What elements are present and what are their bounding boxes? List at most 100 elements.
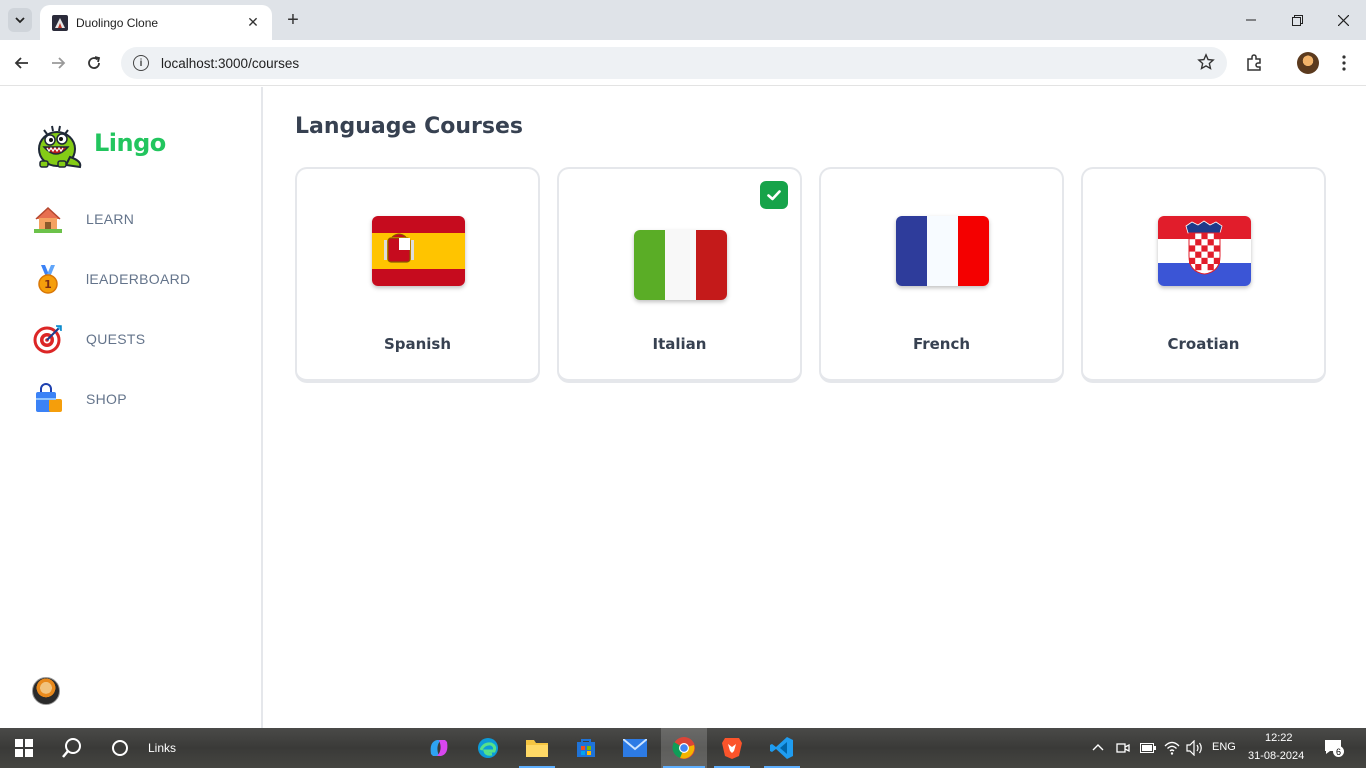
check-icon: [767, 189, 781, 200]
taskbar-search-label[interactable]: Links: [148, 741, 176, 755]
forward-button[interactable]: [46, 51, 70, 75]
start-button[interactable]: [4, 728, 44, 768]
browser-toolbar: i localhost:3000/courses: [0, 40, 1366, 86]
windows-icon: [15, 739, 33, 757]
close-icon: [1337, 14, 1349, 26]
favicon-icon: [52, 14, 68, 31]
page-title: Language Courses: [295, 114, 523, 139]
shopping-bag-icon: [30, 381, 66, 417]
chrome-icon: [672, 737, 695, 759]
sidebar-item-leaderboard[interactable]: 1 lEADERBOARD: [30, 257, 240, 301]
extensions-button[interactable]: [1242, 51, 1266, 75]
croatia-flag-icon: [1158, 216, 1251, 286]
meet-now-icon[interactable]: [1116, 741, 1130, 755]
taskbar-app-copilot[interactable]: [419, 728, 459, 768]
notification-count: 6: [1333, 746, 1344, 757]
puzzle-icon: [1247, 54, 1261, 71]
course-name: Spanish: [383, 335, 452, 353]
taskbar-app-chrome[interactable]: [661, 728, 707, 768]
sidebar-item-label: lEADERBOARD: [86, 271, 191, 287]
course-name: Croatian: [1167, 335, 1240, 353]
arrow-right-icon: [52, 57, 66, 69]
sidebar-item-label: SHOP: [86, 391, 127, 407]
cortana-button[interactable]: [100, 728, 140, 768]
profile-button[interactable]: [1296, 51, 1320, 75]
sidebar-item-label: LEARN: [86, 211, 135, 227]
chevron-up-icon[interactable]: [1092, 742, 1104, 752]
address-bar[interactable]: i localhost:3000/courses: [121, 47, 1227, 79]
close-tab-icon[interactable]: ✕: [244, 14, 262, 31]
course-card-spanish[interactable]: Spanish: [295, 167, 540, 383]
brand-logo[interactable]: Lingo: [30, 117, 166, 169]
house-icon: [30, 201, 66, 237]
course-name: French: [912, 335, 971, 353]
bookmark-star-icon[interactable]: [1197, 53, 1215, 71]
back-button[interactable]: [10, 51, 34, 75]
taskbar-app-file-explorer[interactable]: [517, 728, 557, 768]
mail-icon: [623, 739, 647, 757]
course-card-italian[interactable]: Italian: [557, 167, 802, 383]
tab-search-button[interactable]: [8, 8, 32, 32]
italy-flag-icon: [634, 230, 727, 300]
user-avatar[interactable]: [32, 677, 60, 705]
search-button[interactable]: [52, 728, 92, 768]
reload-icon: [88, 56, 101, 69]
os-taskbar: Links ENG 12:22 31-08-2024 6: [0, 728, 1366, 768]
sidebar: Lingo LEARN 1 lEADERBOARD QUESTS SHOP: [0, 87, 263, 728]
minimize-icon: [1246, 19, 1256, 21]
target-icon: [30, 321, 66, 357]
brand-name: Lingo: [94, 129, 166, 157]
sidebar-item-shop[interactable]: SHOP: [30, 377, 240, 421]
store-icon: [577, 739, 595, 757]
browser-tab[interactable]: Duolingo Clone ✕: [40, 5, 272, 40]
notification-center[interactable]: 6: [1324, 739, 1344, 757]
sidebar-item-learn[interactable]: LEARN: [30, 197, 240, 241]
course-name: Italian: [652, 335, 707, 353]
clock-time[interactable]: 12:22: [1265, 732, 1293, 744]
kebab-menu-icon: [1342, 55, 1346, 71]
brave-icon: [722, 738, 742, 759]
taskbar-app-store[interactable]: [566, 728, 606, 768]
input-language[interactable]: ENG: [1212, 741, 1236, 753]
spain-flag-icon: [372, 216, 465, 286]
mascot-icon: [38, 125, 82, 169]
folder-icon: [526, 740, 548, 757]
chevron-down-icon: [15, 17, 25, 24]
vscode-icon: [770, 737, 793, 759]
reload-button[interactable]: [82, 51, 106, 75]
tab-title: Duolingo Clone: [76, 15, 159, 30]
sidebar-item-quests[interactable]: QUESTS: [30, 317, 240, 361]
url-text: localhost:3000/courses: [161, 55, 300, 71]
taskbar-app-mail[interactable]: [615, 728, 655, 768]
medal-icon: 1: [30, 261, 66, 297]
restore-button[interactable]: [1274, 0, 1320, 40]
main-content: Language Courses Spanish Italian French …: [265, 87, 1366, 728]
search-icon: [62, 738, 81, 758]
browser-tab-strip: Duolingo Clone ✕ +: [0, 0, 1366, 40]
restore-icon: [1291, 14, 1303, 26]
taskbar-app-edge[interactable]: [468, 728, 508, 768]
volume-icon[interactable]: [1186, 740, 1204, 756]
wifi-icon[interactable]: [1164, 740, 1180, 756]
edge-icon: [478, 738, 498, 758]
profile-avatar: [1297, 52, 1319, 74]
close-window-button[interactable]: [1320, 0, 1366, 40]
svg-text:1: 1: [44, 278, 52, 291]
course-list: Spanish Italian French Croatian: [295, 167, 1326, 383]
copilot-icon: [430, 740, 448, 756]
menu-button[interactable]: [1332, 51, 1356, 75]
new-tab-button[interactable]: +: [282, 9, 304, 31]
minimize-button[interactable]: [1228, 0, 1274, 40]
sidebar-item-label: QUESTS: [86, 331, 146, 347]
taskbar-app-vscode[interactable]: [762, 728, 802, 768]
site-info-icon[interactable]: i: [133, 55, 149, 71]
course-card-croatian[interactable]: Croatian: [1081, 167, 1326, 383]
battery-icon[interactable]: [1140, 743, 1156, 753]
france-flag-icon: [896, 216, 989, 286]
arrow-left-icon: [14, 57, 28, 69]
active-course-badge: [760, 181, 788, 209]
taskbar-app-brave[interactable]: [712, 728, 752, 768]
course-card-french[interactable]: French: [819, 167, 1064, 383]
cortana-icon: [112, 740, 128, 756]
clock-date[interactable]: 31-08-2024: [1248, 750, 1304, 762]
